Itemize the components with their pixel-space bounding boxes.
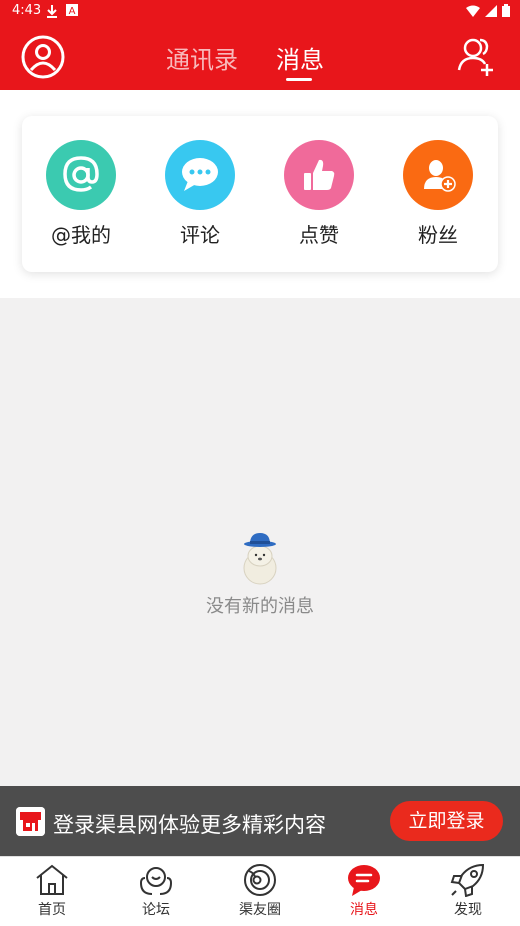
- category-likes[interactable]: 点赞: [274, 140, 364, 248]
- download-icon: [46, 4, 58, 22]
- app-logo-icon: [16, 807, 45, 836]
- message-category-card: @我的 评论 点赞 粉丝: [22, 116, 498, 272]
- nav-item-circle[interactable]: 渠友圈: [220, 863, 300, 919]
- bottom-nav: 首页 论坛 渠友圈 消息 发现: [0, 856, 520, 926]
- bear-hat-icon: [0, 530, 520, 586]
- thumbs-up-icon: [284, 140, 354, 210]
- battery-icon: [502, 4, 510, 21]
- wifi-icon: [466, 5, 480, 21]
- login-button[interactable]: 立即登录: [390, 801, 503, 841]
- at-icon: [46, 140, 116, 210]
- nav-label: 首页: [38, 902, 66, 918]
- nav-item-discover[interactable]: 发现: [428, 863, 508, 919]
- chat-bubble-icon: [165, 140, 235, 210]
- nav-label: 消息: [350, 902, 378, 918]
- nav-item-forum[interactable]: 论坛: [116, 863, 196, 919]
- tab-messages[interactable]: 消息: [276, 40, 324, 75]
- login-prompt-text: 登录渠县网体验更多精彩内容: [53, 813, 326, 837]
- empty-state-text: 没有新的消息: [206, 596, 314, 617]
- user-circle-icon[interactable]: [20, 34, 66, 80]
- add-user-icon[interactable]: [456, 34, 498, 78]
- status-time: 4:43: [12, 3, 42, 18]
- category-mentions[interactable]: @我的: [36, 140, 126, 248]
- notification-a-icon: A: [66, 4, 78, 20]
- category-label: 评论: [180, 223, 220, 247]
- rocket-icon: [428, 863, 508, 897]
- active-tab-indicator: [286, 78, 312, 81]
- status-bar: 4:43 A: [0, 0, 520, 22]
- forum-icon: [116, 863, 196, 897]
- category-fans[interactable]: 粉丝: [393, 140, 483, 248]
- add-fan-icon: [403, 140, 473, 210]
- login-banner: 登录渠县网体验更多精彩内容 立即登录: [0, 786, 520, 856]
- nav-item-messages[interactable]: 消息: [324, 863, 404, 919]
- message-icon: [324, 863, 404, 897]
- tab-contacts[interactable]: 通讯录: [166, 40, 238, 75]
- svg-text:A: A: [69, 6, 76, 16]
- nav-label: 渠友圈: [239, 902, 281, 918]
- nav-item-home[interactable]: 首页: [12, 863, 92, 919]
- header: 通讯录 消息: [0, 22, 520, 90]
- category-label: 粉丝: [418, 223, 458, 247]
- empty-state: 没有新的消息: [0, 530, 520, 618]
- category-label: 点赞: [299, 223, 339, 247]
- signal-icon: [485, 4, 497, 21]
- circle-icon: [220, 863, 300, 897]
- nav-label: 论坛: [142, 902, 170, 918]
- category-comments[interactable]: 评论: [155, 140, 245, 248]
- nav-label: 发现: [454, 902, 482, 918]
- category-label: @我的: [51, 223, 111, 247]
- home-icon: [12, 863, 92, 897]
